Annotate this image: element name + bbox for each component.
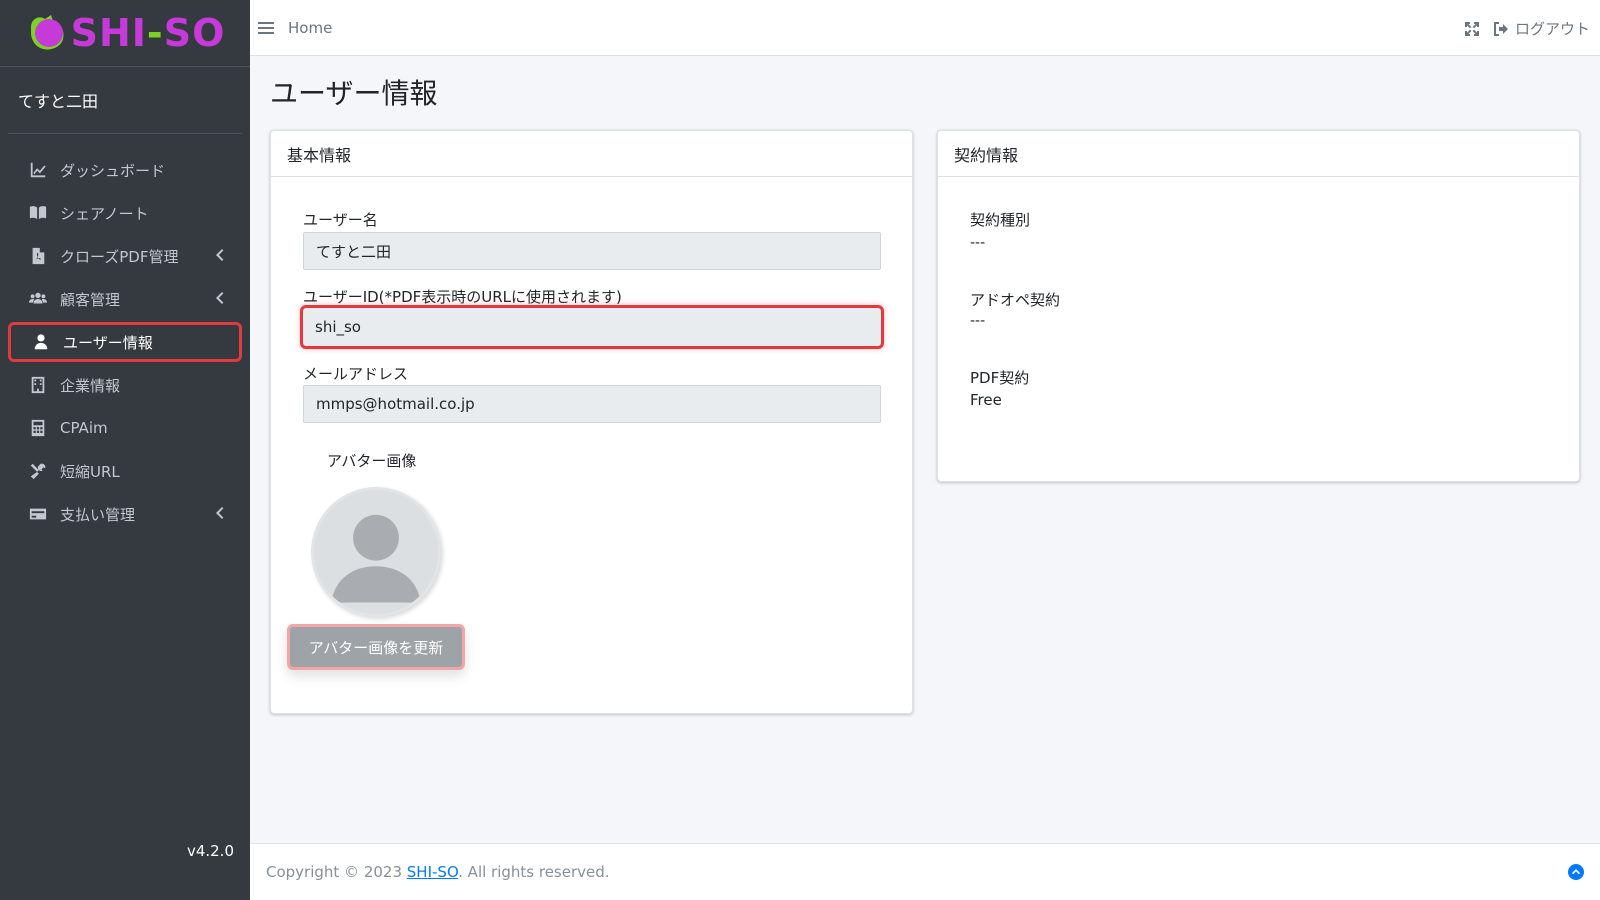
logout-link[interactable]: ログアウト	[1493, 18, 1590, 39]
update-avatar-button[interactable]: アバター画像を更新	[287, 624, 465, 670]
sidebar-item-sharenote[interactable]: シェアノート	[8, 193, 242, 233]
adope-contract-value: ---	[970, 313, 986, 329]
userid-field[interactable]: shi_so	[300, 305, 884, 349]
credit-card-icon	[28, 504, 48, 524]
sidebar-nav: ダッシュボード シェアノート クローズPDF管理 顧客管理 ユーザー情報 企業情…	[0, 150, 250, 534]
scroll-to-top-icon[interactable]	[1568, 864, 1584, 880]
contract-type-value: ---	[970, 235, 986, 251]
sidebar-item-shorturl[interactable]: 短縮URL	[8, 451, 242, 491]
footer: Copyright © 2023 SHI-SO. All rights rese…	[250, 843, 1600, 900]
logout-label: ログアウト	[1514, 20, 1590, 38]
copyright-text: Copyright © 2023 SHI-SO. All rights rese…	[266, 863, 610, 881]
username-label: ユーザー名	[303, 211, 378, 229]
sidebar-item-closepdf[interactable]: クローズPDF管理	[8, 236, 242, 276]
app-version: v4.2.0	[186, 842, 234, 860]
contract-type-label: 契約種別	[970, 211, 1031, 229]
basic-info-card: 基本情報 ユーザー名 てすと二田 ユーザーID(*PDF表示時のURLに使用され…	[270, 130, 913, 714]
sidebar-item-label: クローズPDF管理	[60, 247, 179, 266]
hamburger-menu-icon[interactable]	[258, 21, 274, 34]
calculator-icon	[28, 418, 48, 438]
brand-mark-icon	[30, 15, 64, 50]
sidebar-item-label: 短縮URL	[60, 462, 120, 481]
pdf-contract-label: PDF契約	[970, 369, 1030, 387]
sidebar-item-dashboard[interactable]: ダッシュボード	[8, 150, 242, 190]
file-pdf-icon	[28, 246, 48, 266]
user-icon	[31, 332, 51, 352]
email-label: メールアドレス	[303, 365, 409, 383]
main-content: ユーザー情報 基本情報 ユーザー名 てすと二田 ユーザーID(*PDF表示時のU…	[250, 56, 1600, 843]
sidebar-item-label: 顧客管理	[60, 290, 121, 309]
chevron-left-icon	[214, 248, 224, 262]
pdf-contract-value: Free	[970, 391, 1002, 409]
default-avatar-icon	[314, 490, 438, 614]
tools-icon	[28, 461, 48, 481]
sidebar-item-customers[interactable]: 顧客管理	[8, 279, 242, 319]
fullscreen-icon[interactable]	[1464, 21, 1479, 36]
contract-info-card: 契約情報 契約種別 --- アドオペ契約 --- PDF契約 Free	[937, 130, 1580, 482]
top-navbar: Home ログアウト	[250, 0, 1600, 56]
book-open-icon	[28, 203, 48, 223]
sidebar-item-label: CPAim	[60, 419, 108, 437]
chevron-left-icon	[214, 506, 224, 520]
page-title: ユーザー情報	[270, 77, 438, 110]
chevron-left-icon	[214, 291, 224, 305]
sidebar-item-payment[interactable]: 支払い管理	[8, 494, 242, 534]
sidebar-item-user-info[interactable]: ユーザー情報	[8, 322, 242, 362]
chart-line-icon	[28, 160, 48, 180]
user-panel-name[interactable]: てすと二田	[8, 67, 242, 134]
sign-out-icon	[1493, 21, 1508, 36]
brand-logo[interactable]: SHI-SO	[0, 0, 250, 67]
avatar-label: アバター画像	[327, 452, 417, 470]
contract-info-title: 契約情報	[938, 131, 1579, 177]
sidebar-item-label: シェアノート	[60, 204, 149, 223]
footer-brand-link[interactable]: SHI-SO	[407, 863, 458, 881]
sidebar: SHI-SO てすと二田 ダッシュボード シェアノート クローズPDF管理 顧客…	[0, 0, 250, 900]
brand-name: SHI-SO	[70, 11, 226, 55]
adope-contract-label: アドオペ契約	[970, 291, 1061, 309]
username-field[interactable]: てすと二田	[303, 232, 881, 270]
home-link[interactable]: Home	[288, 19, 332, 37]
sidebar-item-label: 企業情報	[60, 376, 121, 395]
sidebar-item-label: ユーザー情報	[63, 333, 153, 352]
avatar-image	[311, 487, 441, 617]
sidebar-item-label: ダッシュボード	[60, 161, 166, 180]
building-icon	[28, 375, 48, 395]
sidebar-item-cpaim[interactable]: CPAim	[8, 408, 242, 448]
basic-info-title: 基本情報	[271, 131, 912, 177]
sidebar-item-company[interactable]: 企業情報	[8, 365, 242, 405]
sidebar-item-label: 支払い管理	[60, 505, 136, 524]
email-field[interactable]: mmps@hotmail.co.jp	[303, 385, 881, 423]
users-icon	[28, 289, 48, 309]
userid-label: ユーザーID(*PDF表示時のURLに使用されます)	[303, 288, 622, 306]
